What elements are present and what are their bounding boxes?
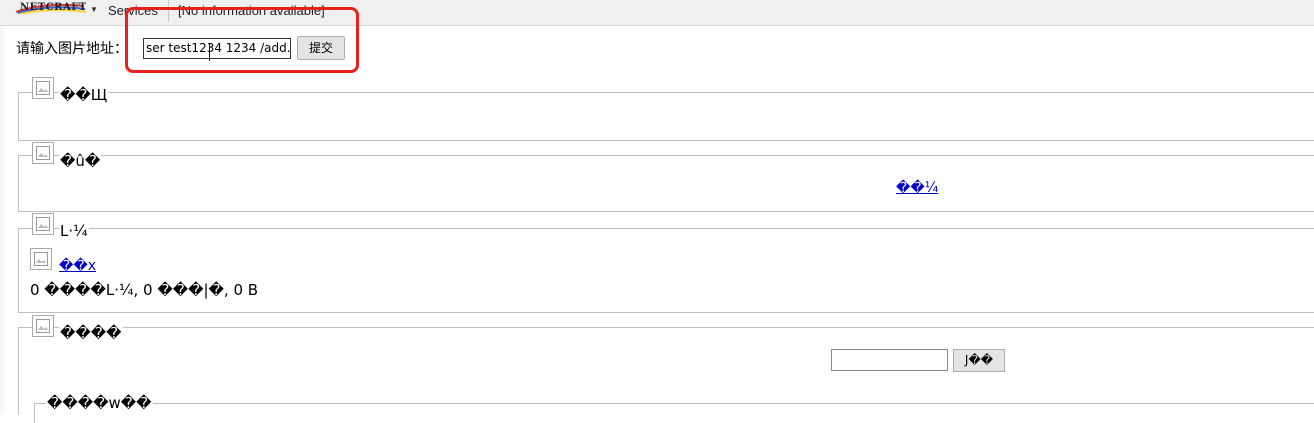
chevron-down-icon[interactable]: ▼: [90, 5, 98, 14]
broken-image-icon: [30, 248, 52, 270]
section-2-link[interactable]: ��¼: [896, 180, 938, 196]
section-3-link[interactable]: ��x: [59, 258, 96, 274]
highlight-annotation-box: [125, 7, 359, 73]
section-5-legend: ����w��: [46, 394, 153, 412]
section-3-stats: 0 ����L·¼, 0 ���|�, 0 B: [30, 281, 259, 299]
section-4-legend: ����: [59, 324, 123, 342]
netcraft-logo[interactable]: NETCRAFT: [14, 0, 86, 14]
section-4-button[interactable]: J��: [953, 349, 1005, 372]
section-1-fieldset: [18, 92, 1314, 141]
section-5-fieldset: [34, 403, 1314, 423]
section-3-fieldset: [18, 228, 1314, 313]
section-2-fieldset: [18, 155, 1314, 212]
section-3-legend: L·¼: [59, 222, 89, 240]
image-url-label: 请输入图片地址：: [16, 41, 128, 57]
section-4-input[interactable]: [831, 349, 948, 371]
left-edge-shadow: [0, 26, 8, 415]
broken-image-icon: [32, 315, 54, 337]
broken-image-icon: [32, 77, 54, 99]
section-1-legend: ��Щ: [59, 86, 109, 104]
section-2-legend: �û�: [59, 152, 102, 170]
netcraft-logo-text: NETCRAFT: [20, 2, 86, 13]
broken-image-icon: [32, 142, 54, 164]
broken-image-icon: [32, 213, 54, 235]
section-4-fieldset: [18, 327, 1314, 415]
